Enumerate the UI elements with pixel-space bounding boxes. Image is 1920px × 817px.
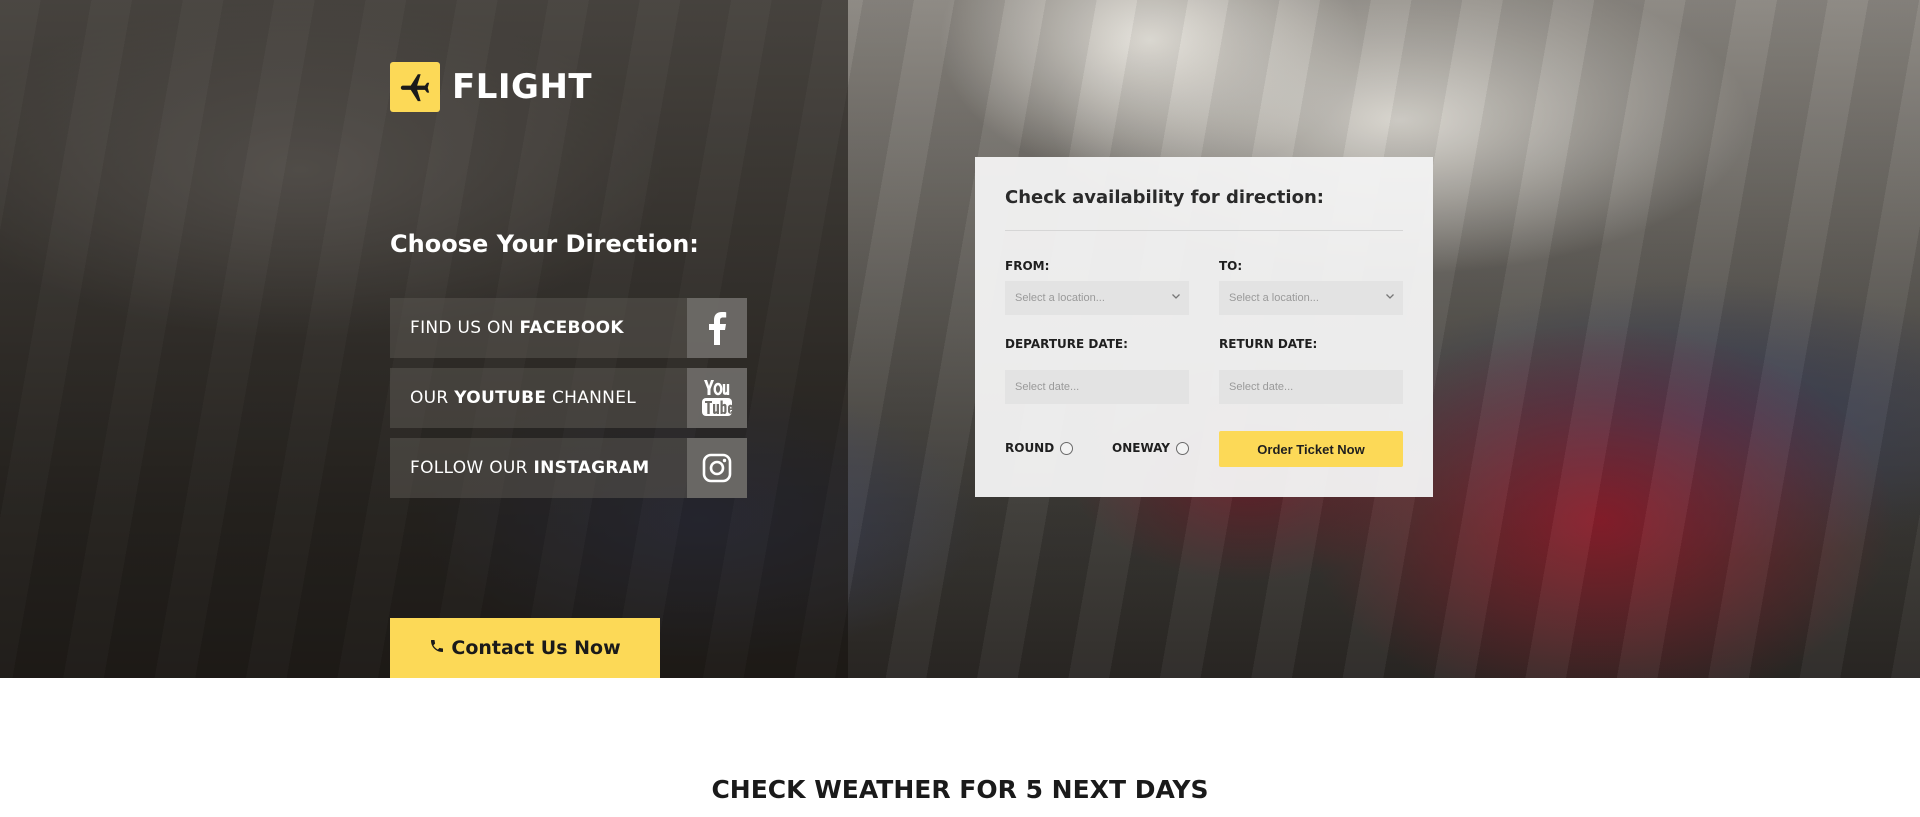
departure-date-input[interactable]: Select date... — [1005, 370, 1189, 404]
instagram-link[interactable]: FOLLOW OUR INSTAGRAM — [390, 438, 747, 498]
order-ticket-button[interactable]: Order Ticket Now — [1219, 431, 1403, 467]
return-date-label: RETURN DATE: — [1219, 337, 1318, 351]
oneway-label: ONEWAY — [1112, 441, 1170, 455]
availability-form: Check availability for direction: FROM: … — [975, 157, 1433, 497]
to-label: TO: — [1219, 259, 1243, 273]
youtube-link[interactable]: OUR YOUTUBE CHANNEL — [390, 368, 747, 428]
departure-date-placeholder: Select date... — [1015, 381, 1080, 393]
instagram-icon — [687, 438, 747, 498]
oneway-radio-circle[interactable] — [1175, 441, 1189, 455]
youtube-icon — [687, 368, 747, 428]
round-trip-radio[interactable]: ROUND — [1005, 441, 1074, 455]
facebook-link[interactable]: FIND US ON FACEBOOK — [390, 298, 747, 358]
from-select-placeholder: Select a location... — [1015, 292, 1105, 304]
round-trip-label: ROUND — [1005, 441, 1055, 455]
brand-logo[interactable]: FLIGHT — [390, 62, 592, 112]
facebook-icon — [687, 298, 747, 358]
chevron-down-icon — [1172, 294, 1180, 299]
plane-icon — [390, 62, 440, 112]
round-trip-radio-circle[interactable] — [1060, 441, 1074, 455]
phone-icon — [429, 638, 445, 659]
to-select-placeholder: Select a location... — [1229, 292, 1319, 304]
to-select[interactable]: Select a location... — [1219, 281, 1403, 315]
chevron-down-icon — [1386, 294, 1394, 299]
from-label: FROM: — [1005, 259, 1050, 273]
form-title: Check availability for direction: — [1005, 187, 1403, 231]
contact-us-label: Contact Us Now — [451, 637, 621, 659]
return-date-input[interactable]: Select date... — [1219, 370, 1403, 404]
youtube-link-label: OUR YOUTUBE CHANNEL — [410, 388, 637, 408]
return-date-placeholder: Select date... — [1229, 381, 1294, 393]
instagram-link-label: FOLLOW OUR INSTAGRAM — [410, 458, 650, 478]
weather-section-title: CHECK WEATHER FOR 5 NEXT DAYS — [711, 775, 1209, 804]
from-select[interactable]: Select a location... — [1005, 281, 1189, 315]
contact-us-button[interactable]: Contact Us Now — [390, 618, 660, 678]
brand-name: FLIGHT — [452, 67, 593, 107]
oneway-radio[interactable]: ONEWAY — [1112, 441, 1189, 455]
hero-section: FLIGHT Choose Your Direction: FIND US ON… — [0, 0, 1920, 678]
facebook-link-label: FIND US ON FACEBOOK — [410, 318, 624, 338]
departure-date-label: DEPARTURE DATE: — [1005, 337, 1128, 351]
direction-title: Choose Your Direction: — [390, 230, 699, 258]
